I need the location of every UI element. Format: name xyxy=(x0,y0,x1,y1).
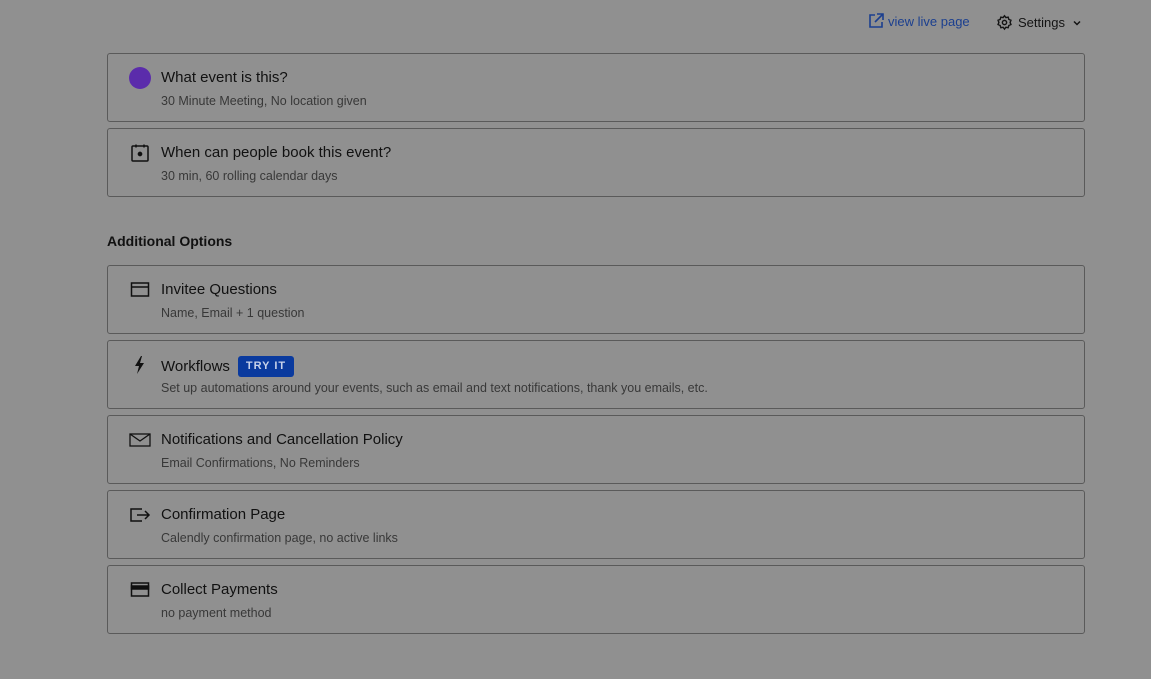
card-title: What event is this? xyxy=(161,69,288,86)
card-title: Invitee Questions xyxy=(161,281,277,298)
event-details-card[interactable]: What event is this? 30 Minute Meeting, N… xyxy=(107,53,1085,122)
card-subtitle: Email Confirmations, No Reminders xyxy=(161,456,360,470)
confirmation-page-card[interactable]: Confirmation Page Calendly confirmation … xyxy=(107,490,1085,559)
gear-icon xyxy=(997,14,1012,31)
view-live-page-label: view live page xyxy=(888,13,970,29)
event-color-icon xyxy=(129,67,151,89)
view-live-page-link[interactable]: view live page xyxy=(867,12,970,30)
credit-card-icon xyxy=(129,579,151,601)
card-title-text: Workflows xyxy=(161,358,230,375)
card-title: Notifications and Cancellation Policy xyxy=(161,431,403,448)
calendar-icon xyxy=(129,142,151,164)
card-title: Collect Payments xyxy=(161,581,278,598)
external-link-icon xyxy=(869,13,884,28)
card-title: Confirmation Page xyxy=(161,506,286,523)
lightning-icon xyxy=(129,354,151,376)
envelope-icon xyxy=(129,429,151,451)
availability-card[interactable]: When can people book this event? 30 min,… xyxy=(107,128,1085,197)
card-subtitle: no payment method xyxy=(161,606,272,620)
card-subtitle: Name, Email + 1 question xyxy=(161,306,305,320)
card-title: When can people book this event? xyxy=(161,144,392,161)
workflows-card[interactable]: Workflows TRY IT Set up automations arou… xyxy=(107,340,1085,409)
card-title: Workflows TRY IT xyxy=(161,356,295,377)
purple-dot-icon xyxy=(129,67,151,89)
settings-label: Settings xyxy=(1018,15,1065,30)
card-subtitle: 30 min, 60 rolling calendar days xyxy=(161,169,338,183)
redirect-icon xyxy=(129,504,151,526)
card-subtitle: 30 Minute Meeting, No location given xyxy=(161,94,367,108)
collect-payments-card[interactable]: Collect Payments no payment method xyxy=(107,565,1085,634)
invitee-questions-card[interactable]: Invitee Questions Name, Email + 1 questi… xyxy=(107,265,1085,334)
try-it-badge[interactable]: TRY IT xyxy=(237,356,295,377)
settings-dropdown[interactable]: Settings xyxy=(996,14,1082,31)
chevron-down-icon xyxy=(1073,20,1081,26)
card-subtitle: Set up automations around your events, s… xyxy=(161,381,708,395)
card-subtitle: Calendly confirmation page, no active li… xyxy=(161,531,398,545)
additional-options-heading: Additional Options xyxy=(107,233,233,249)
top-bar: view live page Settings xyxy=(0,0,1151,46)
notifications-card[interactable]: Notifications and Cancellation Policy Em… xyxy=(107,415,1085,484)
form-icon xyxy=(129,279,151,301)
